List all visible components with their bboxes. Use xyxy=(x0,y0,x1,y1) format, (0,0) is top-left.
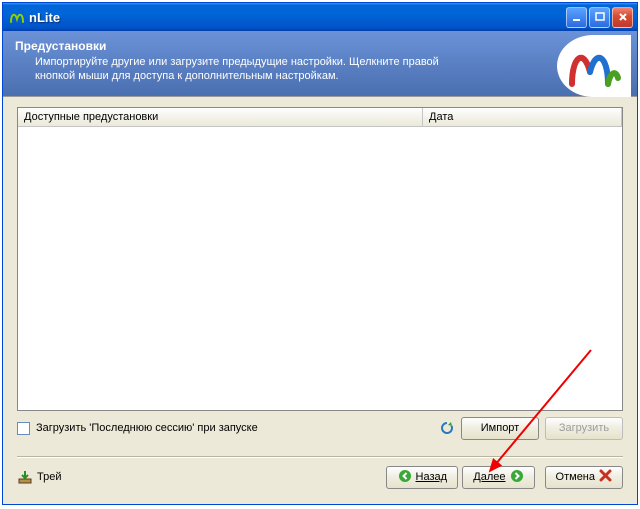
content-area: Доступные предустановки Дата Загрузить '… xyxy=(3,97,637,446)
back-icon xyxy=(398,469,412,486)
column-presets[interactable]: Доступные предустановки xyxy=(18,108,423,126)
back-button[interactable]: Назад xyxy=(386,466,458,489)
tray-icon xyxy=(17,469,33,485)
app-window: nLite Предустановки Импортируйте другие … xyxy=(2,2,638,505)
options-row: Загрузить 'Последнюю сессию' при запуске… xyxy=(17,417,623,440)
close-button[interactable] xyxy=(612,7,633,28)
window-controls xyxy=(566,7,633,28)
app-logo xyxy=(557,35,631,97)
presets-list[interactable]: Доступные предустановки Дата xyxy=(17,107,623,411)
wizard-header: Предустановки Импортируйте другие или за… xyxy=(3,31,637,97)
window-title: nLite xyxy=(29,10,566,25)
tray-button[interactable]: Трей xyxy=(17,469,61,485)
page-title: Предустановки xyxy=(15,39,625,53)
titlebar[interactable]: nLite xyxy=(3,3,637,31)
next-icon xyxy=(510,469,524,486)
load-button: Загрузить xyxy=(545,417,623,440)
load-last-session-label[interactable]: Загрузить 'Последнюю сессию' при запуске xyxy=(36,422,258,434)
tray-label: Трей xyxy=(37,471,61,483)
refresh-icon[interactable] xyxy=(439,420,455,436)
load-button-label: Загрузить xyxy=(559,422,609,434)
cancel-icon xyxy=(599,469,612,485)
list-header: Доступные предустановки Дата xyxy=(18,108,622,127)
page-description: Импортируйте другие или загрузите предыд… xyxy=(35,55,455,84)
back-button-label: Назад xyxy=(416,471,448,483)
import-button[interactable]: Импорт xyxy=(461,417,539,440)
load-last-session-checkbox[interactable] xyxy=(17,422,30,435)
import-button-label: Импорт xyxy=(481,422,519,434)
minimize-button[interactable] xyxy=(566,7,587,28)
next-button-label: Далее xyxy=(473,471,505,483)
wizard-footer: Трей Назад Далее Отмена xyxy=(3,458,637,497)
next-button[interactable]: Далее xyxy=(462,466,534,489)
cancel-button[interactable]: Отмена xyxy=(545,466,623,489)
cancel-button-label: Отмена xyxy=(556,471,595,483)
app-icon xyxy=(9,9,25,25)
maximize-button[interactable] xyxy=(589,7,610,28)
column-date[interactable]: Дата xyxy=(423,108,622,126)
